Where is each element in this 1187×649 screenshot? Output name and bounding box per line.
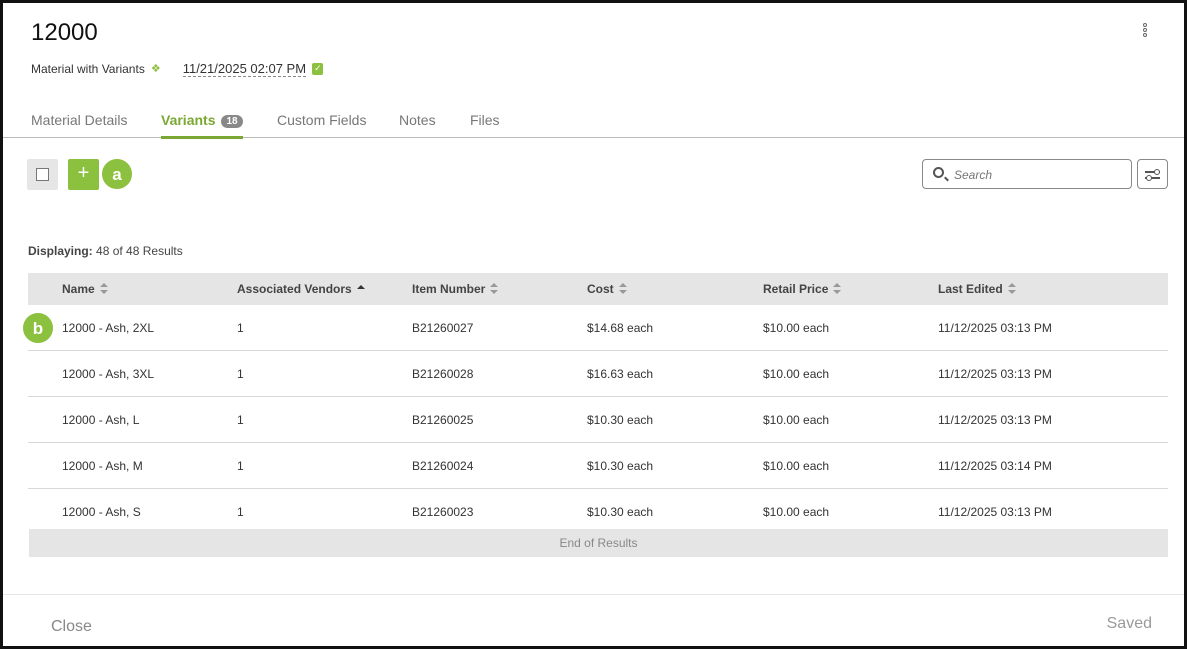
filter-sliders-icon[interactable]	[1137, 159, 1168, 189]
cell-cost: $10.30 each	[587, 505, 654, 519]
cell-name: 12000 - Ash, 3XL	[62, 367, 155, 381]
column-label: Item Number	[412, 282, 486, 296]
column-header-item-number[interactable]: Item Number	[412, 282, 499, 296]
tab-notes[interactable]: Notes	[399, 112, 436, 128]
cell-last-edited: 11/12/2025 03:13 PM	[938, 413, 1052, 427]
select-all-checkbox[interactable]	[27, 159, 58, 190]
cell-item-number: B21260024	[412, 459, 474, 473]
cell-retail-price: $10.00 each	[763, 321, 830, 335]
cell-last-edited: 11/12/2025 03:13 PM	[938, 505, 1052, 519]
cell-vendors: 1	[237, 321, 244, 335]
cell-name: 12000 - Ash, L	[62, 413, 140, 427]
end-of-results: End of Results	[29, 529, 1168, 557]
sort-icon	[99, 283, 108, 294]
results-text: 48 of 48 Results	[96, 244, 183, 258]
table-body: 12000 - Ash, 2XL 1 B21260027 $14.68 each…	[28, 305, 1168, 535]
cell-cost: $10.30 each	[587, 459, 654, 473]
calendar-check-icon[interactable]	[312, 63, 324, 75]
sort-icon	[833, 283, 842, 294]
cell-name: 12000 - Ash, 2XL	[62, 321, 155, 335]
footer-divider	[3, 594, 1184, 595]
cell-item-number: B21260027	[412, 321, 474, 335]
tab-files[interactable]: Files	[470, 112, 500, 128]
table-row[interactable]: 12000 - Ash, 2XL 1 B21260027 $14.68 each…	[28, 305, 1168, 351]
sort-icon	[618, 283, 627, 294]
tab-label: Material Details	[31, 112, 128, 128]
search-box[interactable]	[922, 159, 1132, 189]
material-meta: Material with Variants ❖ 11/21/2025 02:0…	[31, 61, 324, 77]
cell-cost: $10.30 each	[587, 413, 654, 427]
sort-icon	[1007, 283, 1016, 294]
cell-cost: $14.68 each	[587, 321, 654, 335]
cell-retail-price: $10.00 each	[763, 367, 830, 381]
add-variant-button[interactable]: +	[68, 159, 99, 190]
cell-retail-price: $10.00 each	[763, 505, 830, 519]
kebab-menu-icon[interactable]	[1140, 23, 1150, 41]
cell-item-number: B21260023	[412, 505, 474, 519]
cell-retail-price: $10.00 each	[763, 413, 830, 427]
modal-frame: 12000 Material with Variants ❖ 11/21/202…	[0, 0, 1187, 649]
tab-label: Variants	[161, 112, 216, 128]
cell-cost: $16.63 each	[587, 367, 654, 381]
column-header-cost[interactable]: Cost	[587, 282, 627, 296]
search-icon	[933, 167, 944, 178]
table-row[interactable]: 12000 - Ash, M 1 B21260024 $10.30 each $…	[28, 443, 1168, 489]
tab-label: Files	[470, 112, 500, 128]
annotation-marker-a: a	[101, 158, 133, 190]
cell-last-edited: 11/12/2025 03:13 PM	[938, 367, 1052, 381]
cell-vendors: 1	[237, 413, 244, 427]
tab-label: Custom Fields	[277, 112, 367, 128]
column-header-associated-vendors[interactable]: Associated Vendors	[237, 282, 365, 296]
table-row[interactable]: 12000 - Ash, L 1 B21260025 $10.30 each $…	[28, 397, 1168, 443]
tab-custom-fields[interactable]: Custom Fields	[277, 112, 366, 128]
material-type-label: Material with Variants	[31, 62, 145, 76]
sort-icon	[490, 283, 499, 294]
cell-last-edited: 11/12/2025 03:13 PM	[938, 321, 1052, 335]
page-title: 12000	[31, 19, 98, 46]
column-label: Last Edited	[938, 282, 1003, 296]
table-row[interactable]: 12000 - Ash, 3XL 1 B21260028 $16.63 each…	[28, 351, 1168, 397]
diamond-variants-icon: ❖	[150, 62, 161, 75]
cell-item-number: B21260025	[412, 413, 474, 427]
save-status: Saved	[1106, 615, 1152, 632]
tab-variants[interactable]: Variants 18	[161, 112, 243, 139]
column-label: Retail Price	[763, 282, 829, 296]
cell-last-edited: 11/12/2025 03:14 PM	[938, 459, 1052, 473]
table-header: Name Associated Vendors Item Number Cost…	[28, 273, 1168, 305]
cell-retail-price: $10.00 each	[763, 459, 830, 473]
cell-name: 12000 - Ash, S	[62, 505, 141, 519]
cell-vendors: 1	[237, 459, 244, 473]
cell-vendors: 1	[237, 505, 244, 519]
column-header-retail-price[interactable]: Retail Price	[763, 282, 842, 296]
cell-vendors: 1	[237, 367, 244, 381]
date-field[interactable]: 11/21/2025 02:07 PM	[182, 61, 307, 77]
tab-material-details[interactable]: Material Details	[31, 112, 127, 128]
sort-ascending-icon	[356, 283, 365, 294]
results-label: Displaying:	[28, 244, 93, 258]
results-count: Displaying: 48 of 48 Results	[28, 244, 183, 258]
column-header-last-edited[interactable]: Last Edited	[938, 282, 1016, 296]
close-button[interactable]: Close	[51, 618, 92, 636]
column-label: Associated Vendors	[237, 282, 352, 296]
annotation-marker-b: b	[22, 312, 54, 344]
column-label: Cost	[587, 282, 614, 296]
column-header-name[interactable]: Name	[62, 282, 108, 296]
variants-count-badge: 18	[221, 115, 243, 128]
search-input[interactable]	[954, 165, 1124, 185]
checkbox-box	[36, 168, 49, 181]
tab-label: Notes	[399, 112, 436, 128]
cell-item-number: B21260028	[412, 367, 474, 381]
tab-bar: Material Details Variants 18 Custom Field…	[3, 103, 1184, 139]
column-label: Name	[62, 282, 95, 296]
cell-name: 12000 - Ash, M	[62, 459, 143, 473]
